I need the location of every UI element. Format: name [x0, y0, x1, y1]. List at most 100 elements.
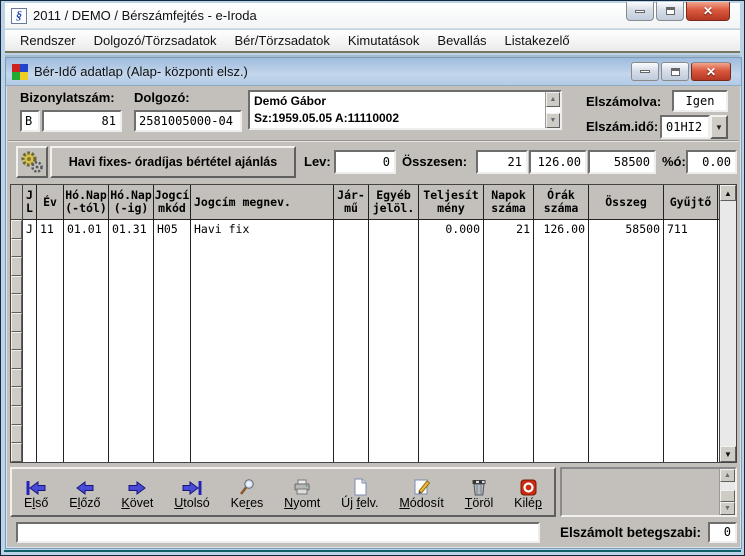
print-button[interactable]: Nyomt: [284, 474, 320, 510]
gears-icon: [20, 150, 44, 174]
grid-column: 126.00: [534, 220, 589, 462]
betegszabi-field[interactable]: 0: [708, 522, 737, 543]
menu-item[interactable]: Rendszer: [11, 31, 85, 50]
previous-button[interactable]: Előző: [69, 474, 100, 510]
szazalek-label: %ó:: [662, 154, 686, 169]
row-selector-cell[interactable]: [11, 294, 22, 313]
row-selector-cell[interactable]: [11, 387, 22, 406]
grid-cell[interactable]: Havi fix: [191, 222, 333, 236]
dialog-minimize-button[interactable]: [631, 62, 659, 81]
ber-ido-dialog: Bér-Idő adatlap (Alap- központi elsz.) ✕…: [5, 57, 742, 549]
print-button-label: Nyomt: [284, 496, 320, 510]
selector-header-cell: [11, 185, 22, 220]
elszamolva-label: Elszámolva:: [586, 94, 661, 109]
menu-item[interactable]: Kimutatások: [339, 31, 429, 50]
menu-item[interactable]: Dolgozó/Törzsadatok: [85, 31, 226, 50]
search-button-label: Keres: [231, 496, 264, 510]
scroll-up-icon[interactable]: ▲: [546, 92, 560, 107]
elszamido-combo[interactable]: 01HI2 ▼: [660, 115, 728, 139]
exit-button[interactable]: Kilép: [514, 474, 542, 510]
scroll-down-icon[interactable]: ▼: [720, 502, 735, 515]
side-panel-scrollbar[interactable]: ▲ ▼: [719, 469, 735, 515]
new-document-icon: [352, 474, 368, 496]
row-selector-cell[interactable]: [11, 332, 22, 351]
dolgozo-label: Dolgozó:: [134, 90, 190, 105]
dialog-restore-button[interactable]: [661, 62, 689, 81]
grid-cell[interactable]: 0.000: [419, 222, 483, 236]
grid-cell[interactable]: H05: [154, 222, 190, 236]
row-selector-cell[interactable]: [11, 406, 22, 425]
grid-cell[interactable]: 711: [664, 222, 717, 236]
delete-button-label: Töröl: [465, 496, 493, 510]
window-title: 2011 / DEMO / Bérszámfejtés - e-Iroda: [33, 8, 257, 23]
close-button[interactable]: ✕: [686, 2, 730, 21]
search-button[interactable]: Keres: [231, 474, 264, 510]
side-panel: ▲ ▼: [560, 467, 737, 517]
grid-cell[interactable]: 58500: [589, 222, 663, 236]
modify-button[interactable]: Módosít: [399, 474, 443, 510]
row-selector-cell[interactable]: [11, 425, 22, 444]
grid-cell[interactable]: 11: [37, 222, 63, 236]
next-button[interactable]: Követ: [121, 474, 153, 510]
exit-button-label: Kilép: [514, 496, 542, 510]
delete-button[interactable]: Töröl: [465, 474, 493, 510]
row-selector-cell[interactable]: [11, 239, 22, 258]
status-field[interactable]: [16, 522, 540, 543]
grid-column: 58500: [589, 220, 664, 462]
elszamido-value[interactable]: 01HI2: [660, 115, 710, 139]
row-selector-cell[interactable]: [11, 257, 22, 276]
restore-icon: [671, 68, 680, 76]
next-button-label: Követ: [121, 496, 153, 510]
osszesen-label: Összesen:: [402, 154, 467, 169]
dialog-close-button[interactable]: ✕: [691, 62, 731, 81]
last-button[interactable]: Utolsó: [174, 474, 209, 510]
last-arrow-icon: [181, 474, 203, 496]
search-icon: [238, 474, 256, 496]
scroll-down-icon[interactable]: ▼: [720, 446, 736, 462]
row-selector-cell[interactable]: [11, 220, 22, 239]
new-record-button[interactable]: Új felv.: [341, 474, 378, 510]
row-selector-cell[interactable]: [11, 443, 22, 462]
chevron-down-icon[interactable]: ▼: [710, 115, 728, 139]
previous-button-label: Előző: [69, 496, 100, 510]
havi-fixes-button[interactable]: Havi fixes- óradíjas bértétel ajánlás: [50, 146, 296, 178]
lev-field[interactable]: 0: [334, 150, 396, 174]
row-selector-cell[interactable]: [11, 276, 22, 295]
printer-icon: [293, 474, 311, 496]
scroll-down-icon[interactable]: ▼: [546, 113, 560, 128]
row-selector-cell[interactable]: [11, 369, 22, 388]
grid-cell[interactable]: 01.31: [109, 222, 153, 236]
row-selector-cell[interactable]: [11, 350, 22, 369]
grid-column: [369, 220, 419, 462]
grid-header-cell: Gyűjtő: [664, 185, 718, 219]
grid-cell[interactable]: 126.00: [534, 222, 588, 236]
first-button[interactable]: Első: [24, 474, 48, 510]
menu-item[interactable]: Bevallás: [428, 31, 495, 50]
minimize-button[interactable]: [626, 2, 654, 21]
scroll-up-icon[interactable]: ▲: [720, 185, 736, 201]
menu-item[interactable]: Bér/Törzsadatok: [225, 31, 338, 50]
grid-cell[interactable]: 01.01: [64, 222, 108, 236]
dolgozo-kod-field[interactable]: 2581005000-04: [134, 110, 242, 132]
grid-column: J: [23, 220, 37, 462]
minimize-icon: [635, 10, 645, 13]
scrollbar-thumb[interactable]: [720, 490, 735, 502]
edit-document-icon: [413, 474, 431, 496]
grid-column: 11: [37, 220, 64, 462]
bizonylat-prefix-field[interactable]: B: [20, 110, 40, 132]
scroll-up-icon[interactable]: ▲: [720, 469, 735, 482]
bizonylat-szam-field[interactable]: 81: [42, 110, 122, 132]
grid-header-cell: Napokszáma: [484, 185, 534, 219]
menu-item[interactable]: Listakezelő: [496, 31, 579, 50]
trash-icon: [470, 474, 488, 496]
gears-button[interactable]: [16, 146, 48, 178]
grid-cell[interactable]: J: [23, 222, 36, 236]
grid-vertical-scrollbar[interactable]: ▲ ▼: [719, 185, 736, 462]
row-selector-cell[interactable]: [11, 313, 22, 332]
restore-button[interactable]: [656, 2, 684, 21]
next-arrow-icon: [127, 474, 147, 496]
grid-cell[interactable]: 21: [484, 222, 533, 236]
grid-header-cell: Hó.Nap(-ig): [109, 185, 154, 219]
szazalek-field[interactable]: 0.00: [686, 150, 737, 174]
grid-body: J1101.0101.31H05Havi fix 0.00021126.00585…: [23, 220, 719, 462]
